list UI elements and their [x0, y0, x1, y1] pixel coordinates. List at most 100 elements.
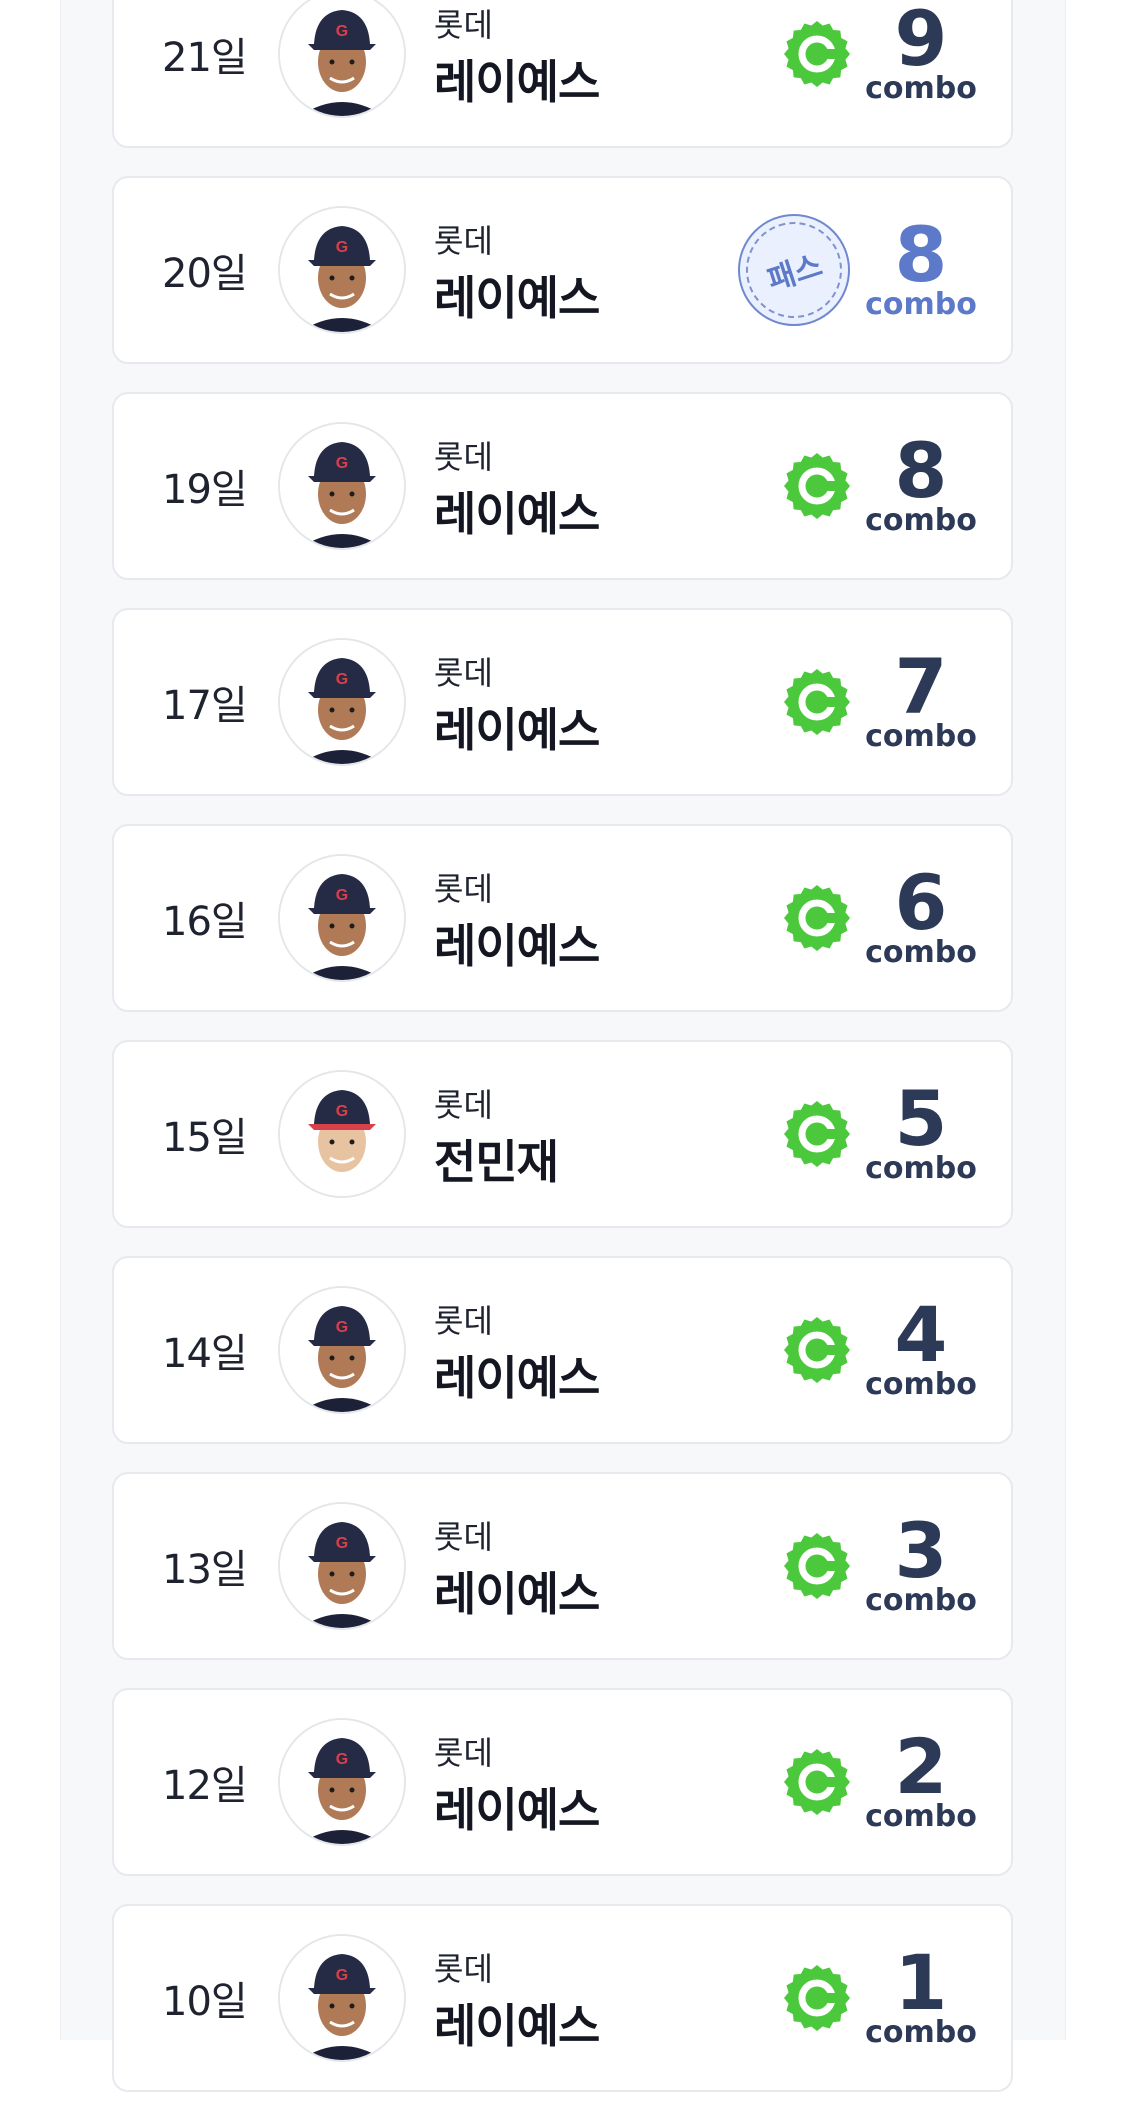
combo-count: 7: [894, 642, 948, 731]
player-avatar: G: [278, 638, 406, 766]
player-name: 레이예스: [434, 1351, 600, 1405]
history-card[interactable]: 12일 G 롯데 레이예스 2 combo: [112, 1688, 1013, 1876]
svg-text:G: G: [336, 671, 348, 688]
history-card[interactable]: 13일 G 롯데 레이예스 3 combo: [112, 1472, 1013, 1660]
green-c-badge-icon: [784, 1317, 850, 1383]
team-name: 롯데: [434, 1302, 493, 1340]
combo-counter: 3 combo: [862, 1506, 980, 1618]
pass-label: 패스: [733, 209, 855, 331]
player-avatar: G: [278, 854, 406, 982]
combo-count: 8: [894, 426, 948, 515]
history-card[interactable]: 10일 G 롯데 레이예스 1 combo: [112, 1904, 1013, 2092]
svg-text:G: G: [336, 1535, 348, 1552]
history-card[interactable]: 14일 G 롯데 레이예스 4 combo: [112, 1256, 1013, 1444]
game-day: 21일: [162, 35, 248, 81]
player-avatar: G: [278, 422, 406, 550]
combo-label: combo: [865, 1799, 977, 1834]
team-name: 롯데: [434, 1086, 493, 1124]
game-day: 14일: [162, 1331, 248, 1377]
combo-counter: 1 combo: [862, 1938, 980, 2050]
svg-text:G: G: [336, 23, 348, 40]
team-name: 롯데: [434, 654, 493, 692]
player-avatar: G: [278, 1718, 406, 1846]
player-name: 레이예스: [434, 703, 600, 757]
svg-text:G: G: [336, 1319, 348, 1336]
combo-counter: 8 combo: [862, 210, 980, 322]
player-name: 레이예스: [434, 919, 600, 973]
combo-count: 6: [894, 858, 948, 947]
green-c-badge-icon: [784, 1965, 850, 2031]
combo-counter: 2 combo: [862, 1722, 980, 1834]
player-name: 레이예스: [434, 1783, 600, 1837]
combo-label: combo: [865, 71, 977, 106]
history-card[interactable]: 17일 G 롯데 레이예스 7 combo: [112, 608, 1013, 796]
combo-label: combo: [865, 935, 977, 970]
player-avatar: G: [278, 1286, 406, 1414]
green-c-badge-icon: [784, 1749, 850, 1815]
green-c-badge-icon: [784, 453, 850, 519]
green-c-badge-icon: [784, 885, 850, 951]
team-name: 롯데: [434, 6, 493, 44]
player-name: 레이예스: [434, 271, 600, 325]
team-name: 롯데: [434, 1950, 493, 1988]
history-card[interactable]: 15일 G 롯데 전민재 5 combo: [112, 1040, 1013, 1228]
combo-history-list: 21일 G 롯데 레이예스 9 combo 20일 G 롯데 레이예스 패스 8…: [112, 0, 1013, 2120]
svg-text:G: G: [336, 1751, 348, 1768]
combo-label: combo: [865, 2015, 977, 2050]
player-name: 레이예스: [434, 487, 600, 541]
green-c-badge-icon: [784, 1533, 850, 1599]
game-day: 20일: [162, 251, 248, 297]
game-day: 10일: [162, 1979, 248, 2025]
combo-count: 5: [894, 1074, 948, 1163]
player-avatar: G: [278, 0, 406, 118]
game-day: 12일: [162, 1763, 248, 1809]
green-c-badge-icon: [784, 669, 850, 735]
svg-text:G: G: [336, 239, 348, 256]
combo-count: 1: [894, 1938, 948, 2027]
combo-counter: 8 combo: [862, 426, 980, 538]
combo-counter: 5 combo: [862, 1074, 980, 1186]
history-card[interactable]: 21일 G 롯데 레이예스 9 combo: [112, 0, 1013, 148]
game-day: 13일: [162, 1547, 248, 1593]
combo-count: 2: [894, 1722, 948, 1811]
game-day: 19일: [162, 467, 248, 513]
combo-count: 4: [894, 1290, 948, 1379]
combo-label: combo: [865, 503, 977, 538]
player-name: 레이예스: [434, 55, 600, 109]
player-name: 레이예스: [434, 1999, 600, 2053]
team-name: 롯데: [434, 1734, 493, 1772]
combo-count: 3: [894, 1506, 948, 1595]
combo-count: 8: [894, 210, 948, 299]
combo-label: combo: [865, 1367, 977, 1402]
history-card[interactable]: 19일 G 롯데 레이예스 8 combo: [112, 392, 1013, 580]
combo-label: combo: [865, 719, 977, 754]
history-card[interactable]: 16일 G 롯데 레이예스 6 combo: [112, 824, 1013, 1012]
green-c-badge-icon: [784, 21, 850, 87]
team-name: 롯데: [434, 438, 493, 476]
player-name: 전민재: [434, 1135, 559, 1189]
combo-label: combo: [865, 287, 977, 322]
player-avatar: G: [278, 1502, 406, 1630]
team-name: 롯데: [434, 870, 493, 908]
combo-label: combo: [865, 1583, 977, 1618]
team-name: 롯데: [434, 1518, 493, 1556]
player-avatar: G: [278, 206, 406, 334]
combo-counter: 6 combo: [862, 858, 980, 970]
svg-text:G: G: [336, 455, 348, 472]
player-avatar: G: [278, 1934, 406, 2062]
svg-text:G: G: [336, 887, 348, 904]
history-card[interactable]: 20일 G 롯데 레이예스 패스 8 combo: [112, 176, 1013, 364]
combo-count: 9: [894, 0, 948, 83]
game-day: 15일: [162, 1115, 248, 1161]
combo-counter: 4 combo: [862, 1290, 980, 1402]
combo-label: combo: [865, 1151, 977, 1186]
game-day: 16일: [162, 899, 248, 945]
combo-counter: 9 combo: [862, 0, 980, 106]
green-c-badge-icon: [784, 1101, 850, 1167]
player-name: 레이예스: [434, 1567, 600, 1621]
team-name: 롯데: [434, 222, 493, 260]
player-avatar: G: [278, 1070, 406, 1198]
svg-text:G: G: [336, 1103, 348, 1120]
game-day: 17일: [162, 683, 248, 729]
combo-counter: 7 combo: [862, 642, 980, 754]
